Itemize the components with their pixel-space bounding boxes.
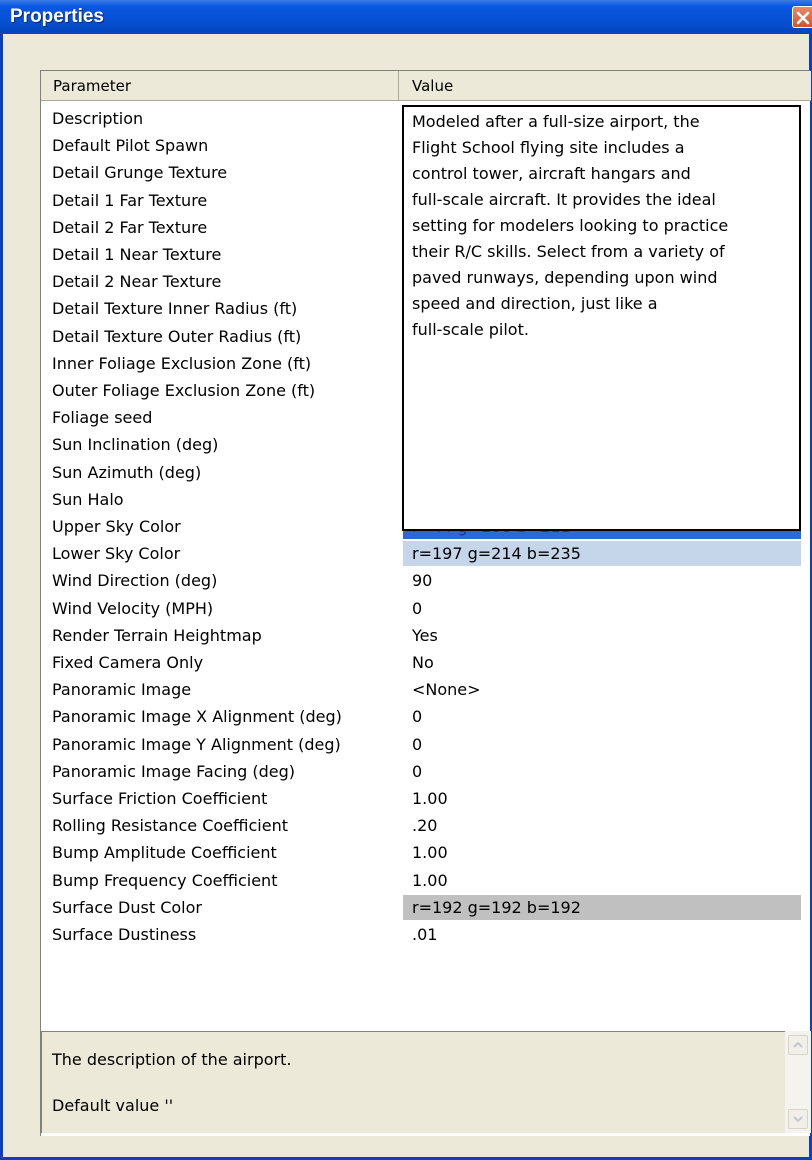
property-name: Panoramic Image Y Alignment (deg): [52, 734, 341, 754]
property-name: Panoramic Image: [52, 680, 192, 700]
property-name: Panoramic Image Facing (deg): [52, 761, 295, 781]
help-description: The description of the airport.: [52, 1050, 292, 1069]
property-row[interactable]: Surface Dust Color r=192 g=192 b=192: [41, 894, 811, 921]
property-value[interactable]: No: [403, 650, 801, 675]
property-value[interactable]: 0: [403, 732, 801, 757]
scroll-down-button[interactable]: [788, 1109, 808, 1129]
property-row[interactable]: Surface Dustiness .01: [41, 921, 811, 948]
property-name: Inner Foliage Exclusion Zone (ft): [52, 353, 312, 373]
property-value[interactable]: 1.00: [403, 786, 801, 811]
property-row[interactable]: Panoramic Image Facing (deg) 0: [41, 758, 811, 785]
property-value[interactable]: 1.00: [403, 868, 801, 893]
close-button[interactable]: [792, 6, 812, 28]
property-name: Detail 1 Near Texture: [52, 245, 222, 264]
property-row[interactable]: Wind Direction (deg) 90: [41, 567, 811, 594]
property-row[interactable]: Fixed Camera Only No: [41, 649, 811, 676]
property-name: Sun Azimuth (deg): [52, 462, 202, 482]
window-title: Properties: [10, 6, 104, 27]
property-name: Detail 2 Near Texture: [52, 272, 222, 292]
help-default-value: Default value '': [52, 1096, 174, 1115]
property-name: Sun Halo: [52, 489, 124, 509]
property-value[interactable]: Yes: [403, 623, 801, 648]
property-name: Lower Sky Color: [52, 544, 181, 564]
chevron-up-icon: [793, 1041, 803, 1048]
help-text-box: The description of the airport. Default …: [41, 1031, 798, 1133]
property-name: Bump Amplitude Coefficient: [52, 843, 277, 863]
property-row[interactable]: Wind Velocity (MPH) 0: [41, 595, 811, 622]
property-row[interactable]: Bump Frequency Coefficient 1.00: [41, 867, 811, 894]
property-name: Surface Dustiness: [52, 925, 197, 944]
property-row[interactable]: Rolling Resistance Coefficient .20: [41, 812, 811, 839]
property-name: Wind Velocity (MPH): [52, 598, 214, 618]
property-name: Detail Grunge Texture: [52, 163, 228, 183]
description-value-editor[interactable]: Modeled after a full-size airport, the F…: [402, 105, 801, 531]
help-panel: The description of the airport. Default …: [41, 1031, 811, 1137]
property-name: Upper Sky Color: [52, 517, 181, 536]
property-value[interactable]: 0: [403, 596, 801, 621]
property-row[interactable]: Surface Friction Coefficient 1.00: [41, 785, 811, 812]
property-name: Wind Direction (deg): [52, 571, 218, 591]
column-header-value[interactable]: Value: [400, 71, 810, 100]
property-name: Render Terrain Heightmap: [52, 625, 262, 645]
help-scrollbar[interactable]: [785, 1031, 811, 1133]
property-row[interactable]: Panoramic Image <None>: [41, 676, 811, 703]
property-name: Surface Friction Coefficient: [52, 789, 268, 808]
chevron-down-icon: [793, 1116, 803, 1123]
property-row[interactable]: Bump Amplitude Coefficient 1.00: [41, 839, 811, 866]
close-icon: [796, 11, 810, 25]
property-value[interactable]: .20: [403, 813, 801, 838]
property-name: Rolling Resistance Coefficient: [52, 816, 288, 836]
property-name: Default Pilot Spawn: [52, 136, 209, 156]
property-row[interactable]: Panoramic Image X Alignment (deg) 0: [41, 703, 811, 730]
property-name: Description: [52, 109, 144, 128]
property-value[interactable]: 0: [403, 759, 801, 784]
property-value[interactable]: 1.00: [403, 840, 801, 865]
property-row[interactable]: Lower Sky Color r=197 g=214 b=235: [41, 540, 811, 567]
title-bar[interactable]: Properties: [0, 0, 812, 34]
property-value[interactable]: 90: [403, 568, 801, 593]
property-row[interactable]: Panoramic Image Y Alignment (deg) 0: [41, 731, 811, 758]
scroll-up-button[interactable]: [788, 1035, 808, 1055]
properties-window: Properties Parameter Value Description De…: [0, 0, 812, 1160]
property-value[interactable]: 0: [403, 704, 801, 729]
grid-header: Parameter Value: [41, 71, 811, 101]
property-value[interactable]: r=197 g=214 b=235: [403, 541, 801, 567]
property-name: Sun Inclination (deg): [52, 435, 219, 455]
property-name: Detail 2 Far Texture: [52, 217, 208, 237]
property-name: Detail Texture Inner Radius (ft): [52, 299, 298, 319]
property-name: Detail 1 Far Texture: [52, 190, 208, 210]
property-name: Bump Frequency Coefficient: [52, 870, 278, 890]
property-value[interactable]: <None>: [403, 677, 801, 702]
property-name: Surface Dust Color: [52, 897, 202, 917]
property-name: Panoramic Image X Alignment (deg): [52, 707, 342, 727]
property-name: Outer Foliage Exclusion Zone (ft): [52, 381, 316, 400]
property-name: Fixed Camera Only: [52, 653, 204, 672]
property-name: Foliage seed: [52, 408, 153, 428]
property-name: Detail Texture Outer Radius (ft): [52, 326, 302, 346]
property-value[interactable]: .01: [403, 922, 801, 947]
column-header-parameter[interactable]: Parameter: [41, 71, 399, 100]
property-row[interactable]: Render Terrain Heightmap Yes: [41, 622, 811, 649]
property-value[interactable]: r=192 g=192 b=192: [403, 894, 801, 920]
property-grid: Parameter Value Description Default Pilot…: [40, 70, 811, 1137]
